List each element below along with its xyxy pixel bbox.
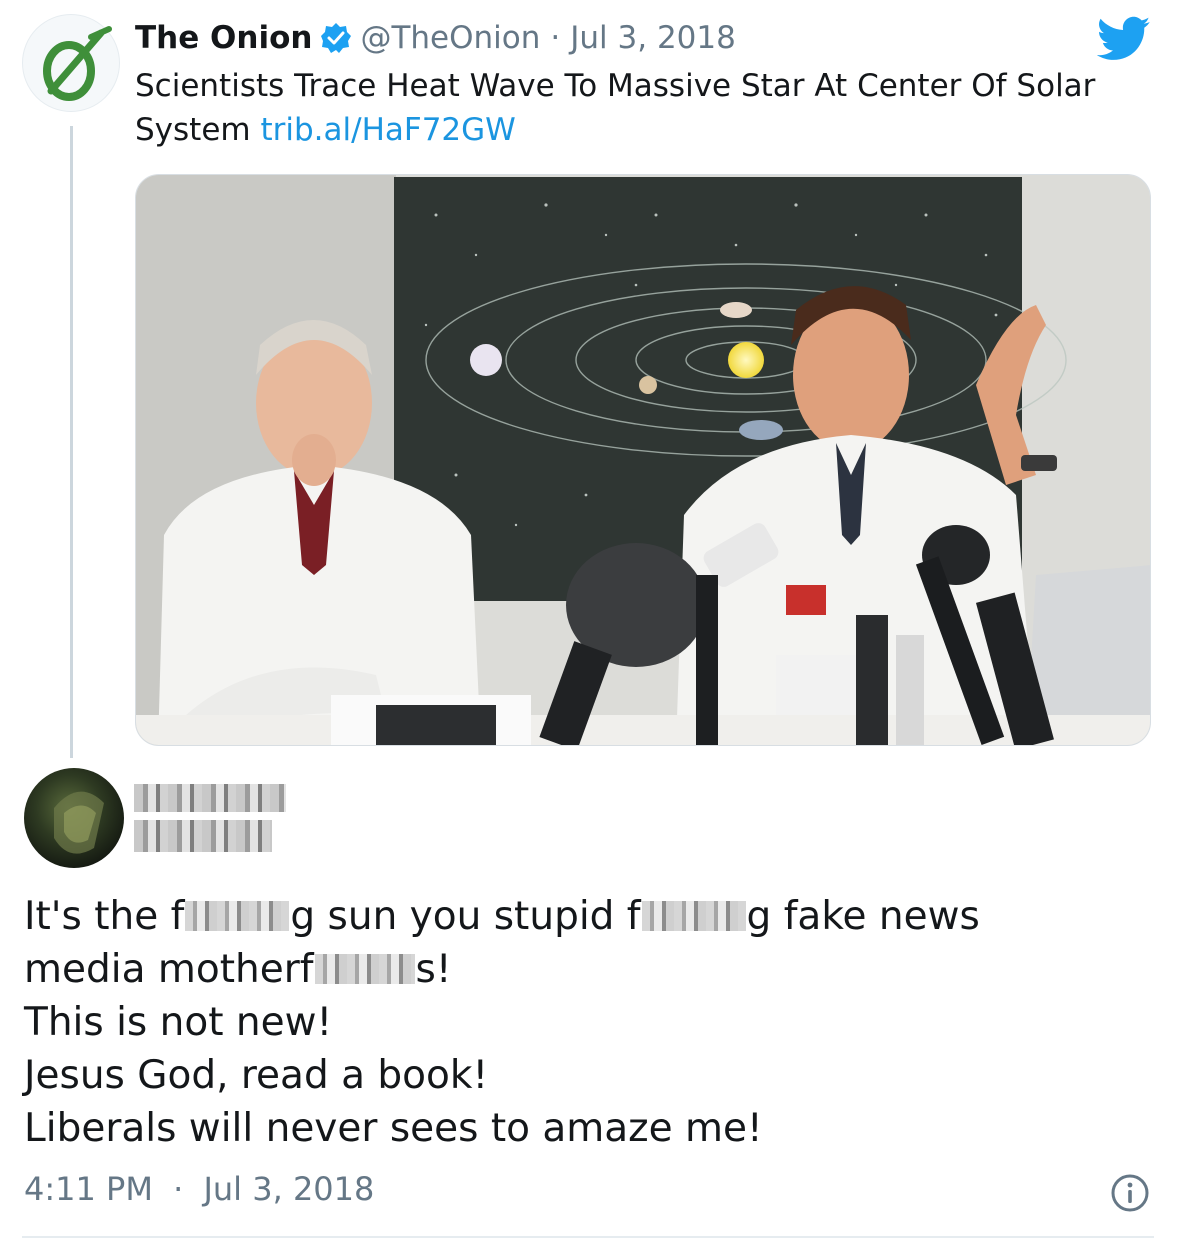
text-segment: s! <box>415 947 452 992</box>
censored-word-blur <box>314 954 415 984</box>
twitter-bird-icon[interactable] <box>1096 16 1151 62</box>
avatar-image <box>54 791 104 854</box>
tweet-photo[interactable] <box>135 174 1151 746</box>
info-icon[interactable] <box>1110 1173 1150 1213</box>
text-segment: media motherf <box>24 947 314 992</box>
censored-word-blur <box>641 901 746 931</box>
thread-connector-line <box>70 126 73 758</box>
reply-tweet-text: It's the fg sun you stupid fg fake news … <box>24 890 1164 1155</box>
quoted-tweet-date[interactable]: Jul 3, 2018 <box>570 20 736 56</box>
reply-text-line: Jesus God, read a book! <box>24 1053 489 1098</box>
press-conference-image <box>136 175 1150 745</box>
censored-word-blur <box>185 901 290 931</box>
quoted-tweet-text: Scientists Trace Heat Wave To Massive St… <box>135 64 1165 152</box>
author-handle[interactable]: @TheOnion <box>360 20 540 56</box>
reply-text-line: media motherf s! <box>24 943 1164 996</box>
onion-logo-icon <box>43 26 112 101</box>
reply-timestamp[interactable]: 4:11 PM · Jul 3, 2018 <box>24 1170 374 1208</box>
bottom-divider <box>22 1236 1154 1238</box>
reply-text-line: It's the f g sun you stupid f g fake news <box>24 890 1164 943</box>
text-segment: It's the f <box>24 894 185 939</box>
pixelated-username[interactable] <box>134 784 286 812</box>
reply-text-line: Liberals will never sees to amaze me! <box>24 1106 763 1151</box>
reply-date: Jul 3, 2018 <box>203 1170 375 1208</box>
article-link[interactable]: trib.al/HaF72GW <box>260 112 515 148</box>
text-segment: g sun you stupid f <box>290 894 641 939</box>
author-name[interactable]: The Onion <box>135 20 312 56</box>
quoted-tweet-header: The Onion @TheOnion · Jul 3, 2018 <box>135 18 736 58</box>
text-segment: g fake news <box>746 894 980 939</box>
reply-avatar[interactable] <box>24 768 124 868</box>
onion-avatar[interactable] <box>22 14 120 112</box>
separator-dot: · <box>550 20 561 56</box>
reply-time: 4:11 PM <box>24 1170 153 1208</box>
verified-badge-icon <box>320 22 352 54</box>
separator-dot: · <box>173 1170 184 1208</box>
reply-text-line: This is not new! <box>24 1000 333 1045</box>
pixelated-handle[interactable] <box>134 820 272 852</box>
